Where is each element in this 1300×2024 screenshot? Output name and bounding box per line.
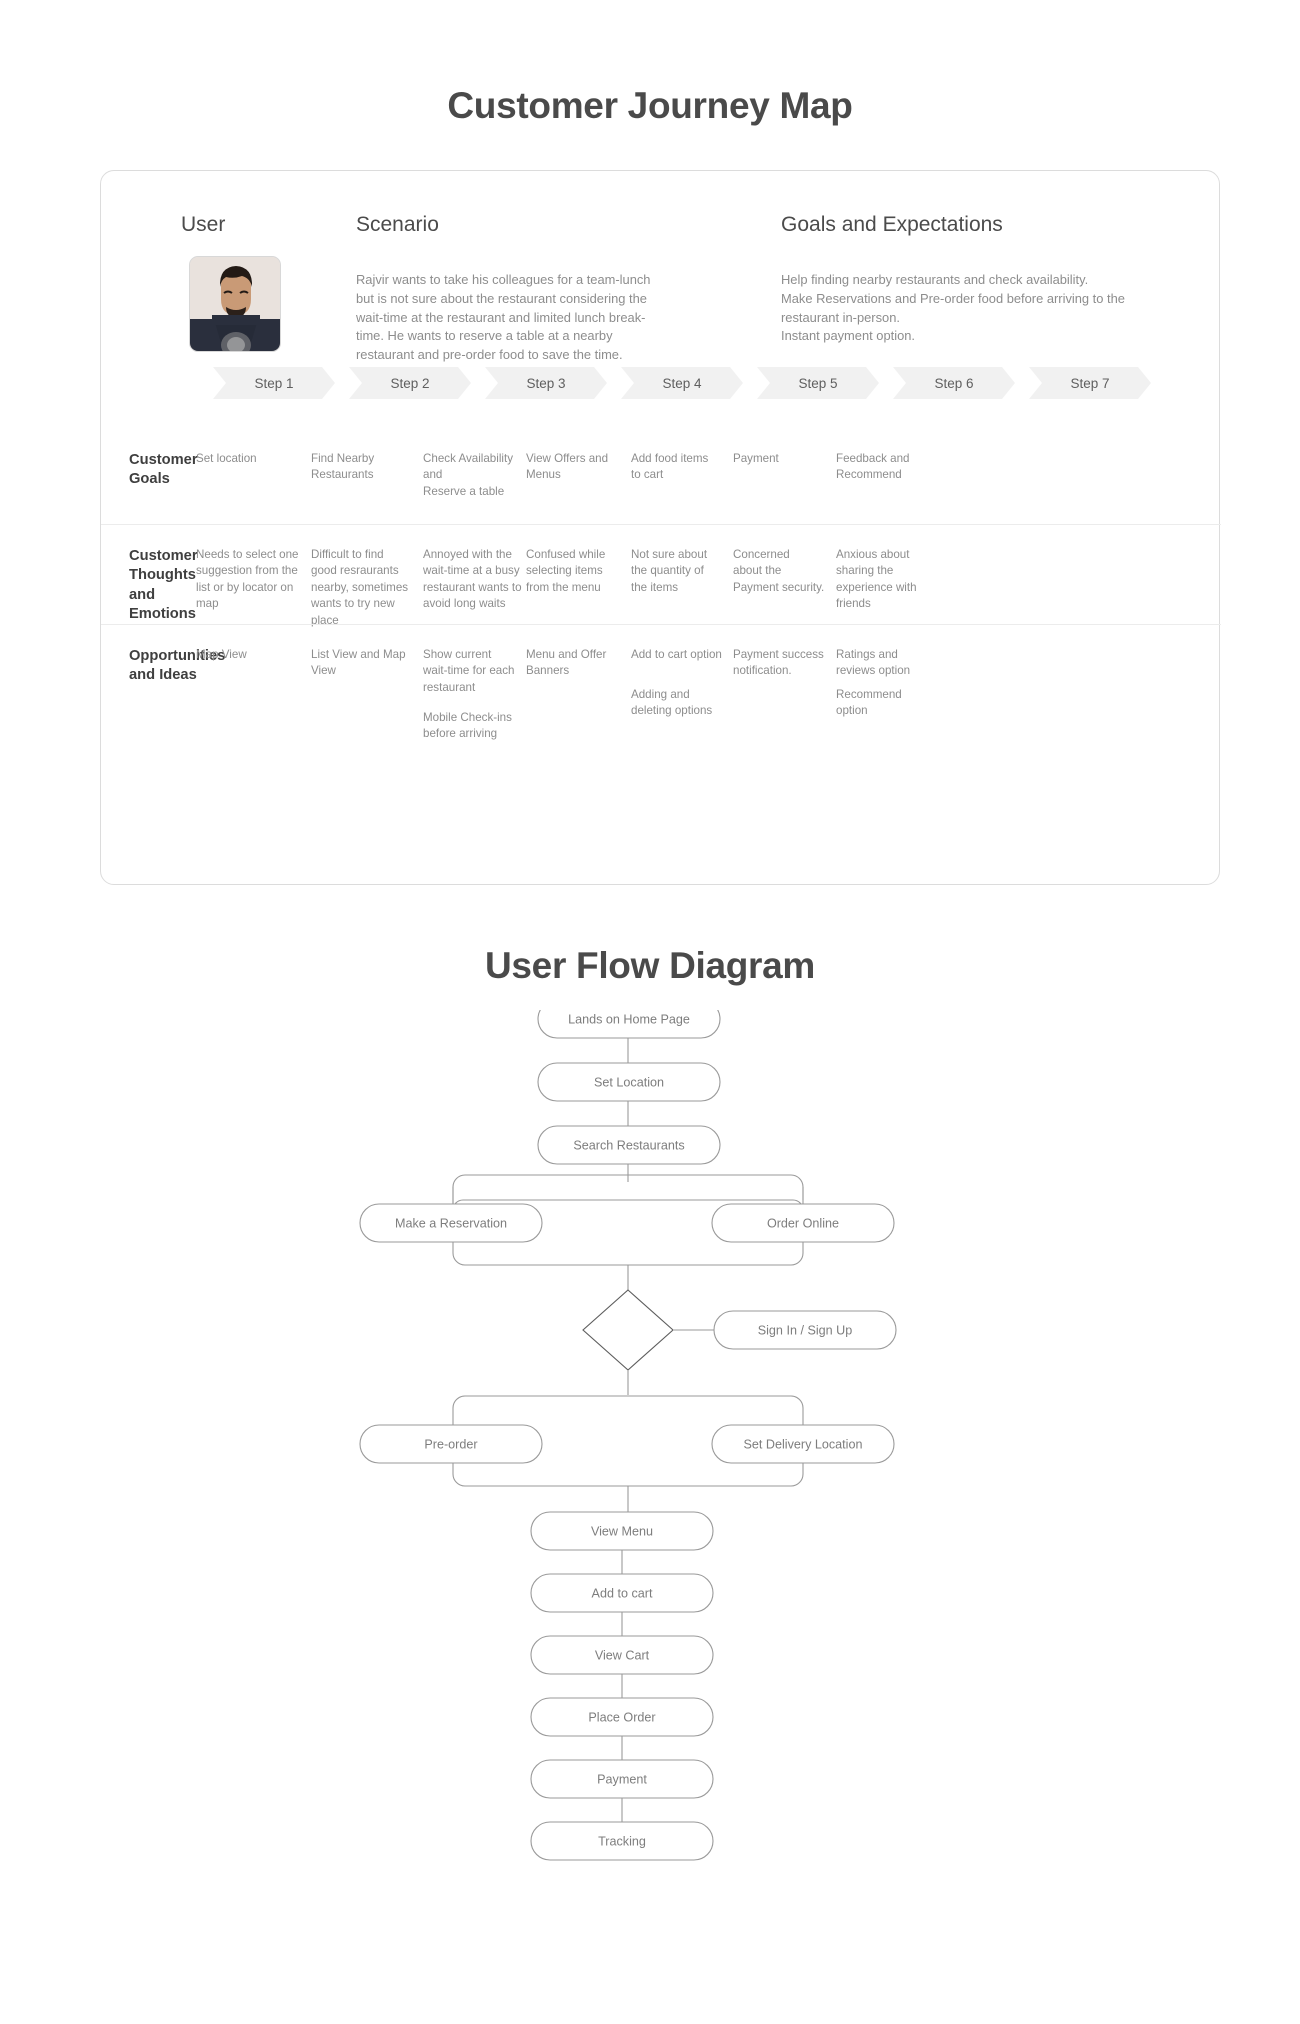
flow-node-label: Set Delivery Location	[743, 1437, 862, 1451]
flow-node-label: Place Order	[588, 1710, 655, 1724]
step-chevron-label: Step 6	[934, 375, 974, 391]
cell-r2-c7: Anxious about sharing the experience wit…	[836, 548, 917, 611]
journey-map-card: User Scenario Goals and Expectations Raj…	[100, 170, 1221, 885]
user-flow-diagram: Lands on Home Page Set Location Search R…	[0, 1010, 1300, 2020]
flow-node-label: Pre-order	[424, 1437, 477, 1451]
flow-node-tracking[interactable]: Tracking	[530, 1821, 714, 1861]
flow-node-place-order[interactable]: Place Order	[530, 1697, 714, 1737]
cell-extra-r3-c5: Adding and deleting options	[631, 688, 713, 718]
row-opportunities: Opportunities and Ideas Map View List View…	[101, 624, 1221, 744]
step-chevron-label: Step 2	[390, 375, 430, 391]
row-customer-goals: Customer Goals Set location Find Nearby Re…	[101, 429, 1221, 524]
step-chevron-row: Step 1 Step 2 Step 3 Step 4 Step 5 Step 6 Step…	[213, 367, 1213, 399]
cell-r3-c3: Show current wait-time for each restaura…	[423, 648, 515, 694]
flow-node-order-online[interactable]: Order Online	[711, 1203, 895, 1243]
cell-r2-c6: Concerned about the Payment security.	[733, 548, 825, 594]
cell-r1-c4: View Offers and Menus	[526, 452, 609, 482]
flow-node-label: Lands on Home Page	[568, 1012, 690, 1026]
row-customer-thoughts: Customer Thoughts and Emotions Needs to s…	[101, 524, 1221, 627]
step-chevron-7: Step 7	[1029, 367, 1151, 399]
step-chevron-label: Step 5	[798, 375, 838, 391]
cell-r3-c6: Payment success notification.	[733, 648, 824, 678]
cell-r3-c5: Add to cart option	[631, 648, 722, 661]
flow-node-label: Search Restaurants	[573, 1138, 684, 1152]
cell-r3-c7: Ratings and reviews option	[836, 648, 911, 678]
step-chevron-6: Step 6	[893, 367, 1015, 399]
flow-node-label: Order Online	[767, 1216, 839, 1230]
flow-node-sign-in-sign-up[interactable]: Sign In / Sign Up	[713, 1310, 897, 1350]
cell-r1-c1: Set location	[196, 452, 257, 465]
flow-node-pre-order[interactable]: Pre-order	[359, 1424, 543, 1464]
flow-node-view-cart[interactable]: View Cart	[530, 1635, 714, 1675]
goals-column-heading: Goals and Expectations	[781, 213, 1003, 236]
step-chevron-label: Step 7	[1070, 375, 1110, 391]
user-avatar	[189, 256, 281, 352]
cell-r2-c3: Annoyed with the wait-time at a busy res…	[423, 548, 522, 611]
flow-node-label: Tracking	[598, 1834, 646, 1848]
step-chevron-2: Step 2	[349, 367, 471, 399]
step-chevron-1: Step 1	[213, 367, 335, 399]
step-chevron-label: Step 4	[662, 375, 702, 391]
step-chevron-label: Step 3	[526, 375, 566, 391]
step-chevron-3: Step 3	[485, 367, 607, 399]
cell-r3-c4: Menu and Offer Banners	[526, 648, 607, 678]
flow-node-label: View Menu	[591, 1524, 653, 1538]
cell-r2-c4: Confused while selecting items from the …	[526, 548, 606, 594]
flow-node-make-reservation[interactable]: Make a Reservation	[359, 1203, 543, 1243]
cell-r1-c7: Feedback and Recommend	[836, 452, 910, 482]
flow-node-add-to-cart[interactable]: Add to cart	[530, 1573, 714, 1613]
goals-description: Help finding nearby restaurants and chec…	[781, 272, 1125, 344]
cell-extra-r3-c3: Mobile Check-ins before arriving	[423, 711, 512, 741]
flow-node-label: Sign In / Sign Up	[758, 1323, 853, 1337]
decision-diamond	[582, 1289, 674, 1371]
scenario-description: Rajvir wants to take his colleagues for …	[356, 272, 651, 363]
avatar-portrait-icon	[190, 257, 280, 351]
cell-r1-c2: Find Nearby Restaurants	[311, 452, 375, 482]
cell-r1-c5: Add food items to cart	[631, 452, 709, 482]
flow-node-lands-home[interactable]: Lands on Home Page	[537, 1010, 721, 1039]
flow-node-view-menu[interactable]: View Menu	[530, 1511, 714, 1551]
flow-node-set-location[interactable]: Set Location	[537, 1062, 721, 1102]
step-chevron-label: Step 1	[254, 375, 294, 391]
cell-r1-c3: Check Availability and Reserve a table	[423, 452, 514, 498]
cell-r2-c5: Not sure about the quantity of the items	[631, 548, 708, 594]
step-chevron-5: Step 5	[757, 367, 879, 399]
step-chevron-4: Step 4	[621, 367, 743, 399]
flow-node-label: Set Location	[594, 1075, 664, 1089]
cell-r3-c2: List View and Map View	[311, 648, 406, 678]
flow-node-label: Make a Reservation	[395, 1216, 507, 1230]
cell-r2-c1: Needs to select one suggestion from the …	[196, 548, 299, 611]
flow-node-search-restaurants[interactable]: Search Restaurants	[537, 1125, 721, 1165]
cell-r1-c6: Payment	[733, 452, 779, 465]
journey-map-title: Customer Journey Map	[447, 85, 853, 126]
cell-extra-r3-c7: Recommend option	[836, 688, 902, 718]
page-root: Customer Journey Map User Scenario Goals…	[0, 0, 1300, 2024]
user-flow-title: User Flow Diagram	[484, 945, 816, 986]
flow-node-set-delivery-location[interactable]: Set Delivery Location	[711, 1424, 895, 1464]
flow-node-label: Add to cart	[592, 1586, 653, 1600]
flow-node-payment[interactable]: Payment	[530, 1759, 714, 1799]
user-column-heading: User	[181, 213, 226, 236]
scenario-column-heading: Scenario	[356, 213, 439, 236]
cell-r3-c1: Map View	[196, 648, 247, 661]
flow-node-label: Payment	[597, 1772, 647, 1786]
flow-node-label: View Cart	[595, 1648, 650, 1662]
cell-r2-c2: Difficult to find good resraurants nearb…	[311, 548, 409, 627]
